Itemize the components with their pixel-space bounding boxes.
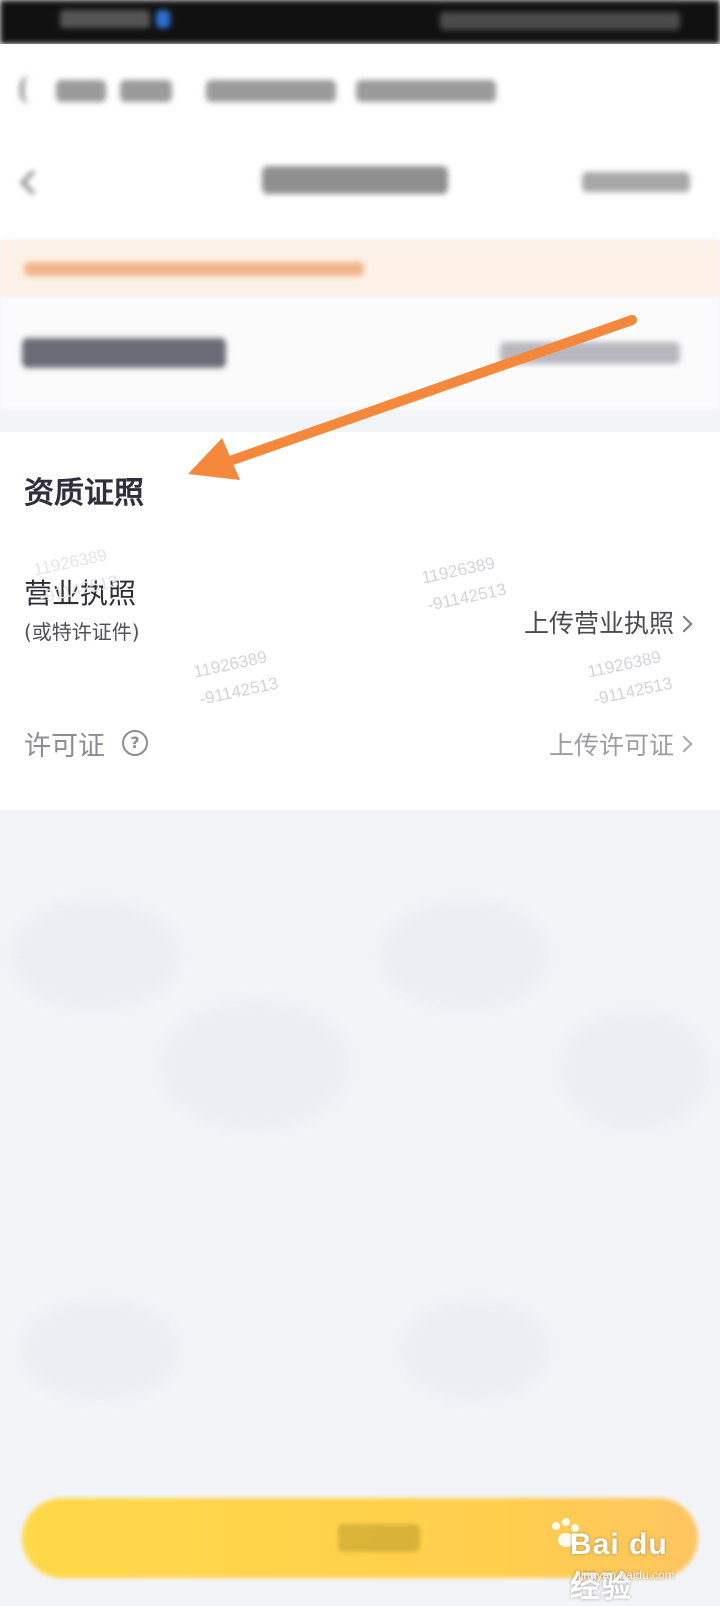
background-shape	[400, 1300, 550, 1400]
background-shape	[160, 1000, 350, 1130]
status-left-info	[60, 10, 180, 32]
upload-business-license-link[interactable]: 上传营业执照	[524, 604, 674, 640]
chevron-right-icon	[675, 735, 693, 753]
notice-banner	[0, 240, 720, 298]
qualification-card: 资质证照 营业执照 (或特许证件) 上传营业执照 许可证 ? 上传许可证 119…	[0, 432, 720, 810]
region-value	[500, 342, 680, 364]
page-title	[262, 166, 448, 194]
status-right-info	[440, 12, 680, 30]
baidu-jingyan-logo: Bai du 经验 jingyan.baidu.com	[538, 1516, 698, 1604]
chevron-right-icon	[675, 615, 693, 633]
background-shape	[10, 900, 180, 1010]
logo-text: Bai du 经验	[570, 1528, 668, 1604]
logo-subtext: jingyan.baidu.com	[578, 1568, 675, 1582]
status-bar	[0, 0, 720, 44]
breadcrumb[interactable]	[20, 74, 520, 108]
background-shape	[560, 1010, 710, 1130]
background-shape	[20, 1300, 180, 1400]
permit-label: 许可证	[24, 731, 105, 762]
background-shape	[380, 900, 550, 1010]
section-title: 资质证照	[24, 476, 144, 511]
help-icon[interactable]: ?	[122, 730, 148, 756]
breadcrumb-back-icon	[20, 76, 40, 104]
nav-bar	[0, 140, 720, 220]
permit-row[interactable]: 许可证 ? 上传许可证	[0, 724, 720, 774]
business-license-sublabel: (或特许证件)	[24, 620, 140, 644]
store-region-row[interactable]	[0, 298, 720, 410]
header-area	[0, 44, 720, 240]
region-label	[22, 338, 226, 368]
back-icon[interactable]	[20, 170, 45, 195]
upload-permit-link[interactable]: 上传许可证	[549, 726, 674, 762]
nav-right-action[interactable]	[582, 172, 690, 192]
